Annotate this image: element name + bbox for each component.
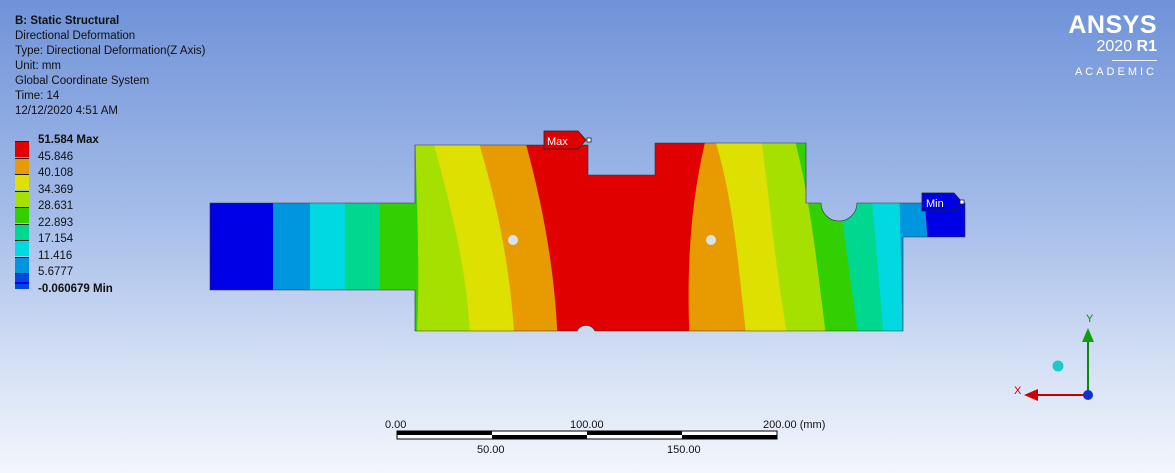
- coordinate-triad[interactable]: Y X: [0, 0, 1175, 473]
- z-axis-icon: [1083, 390, 1093, 400]
- triad-iso-ball[interactable]: [1052, 360, 1064, 372]
- x-axis-arrow-icon: [1024, 389, 1038, 401]
- x-axis-label: X: [1014, 385, 1022, 397]
- y-axis-label: Y: [1086, 313, 1094, 325]
- y-axis-arrow-icon: [1082, 328, 1094, 342]
